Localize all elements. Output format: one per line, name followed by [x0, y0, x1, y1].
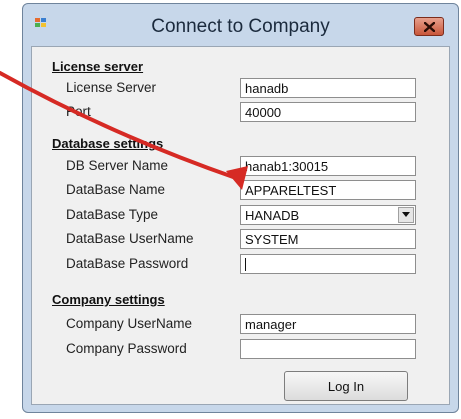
- screenshot-page: Connect to Company License server Licens…: [0, 0, 461, 419]
- annotation-arrow: [0, 71, 248, 190]
